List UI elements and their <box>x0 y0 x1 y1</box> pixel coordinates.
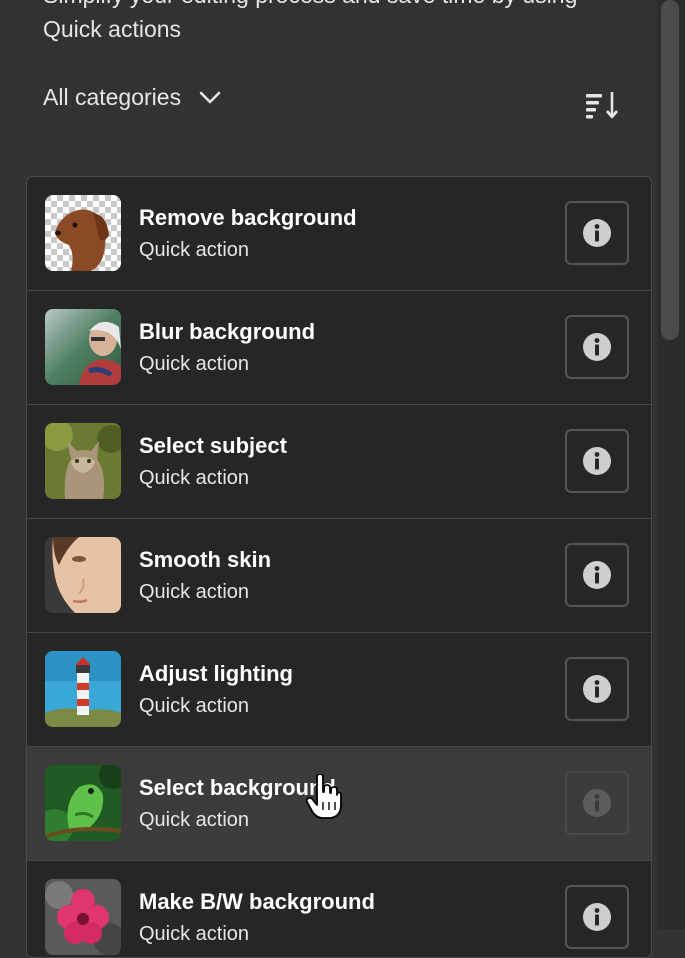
panel-description: Simplify your editing process and save t… <box>43 0 643 46</box>
item-subtitle: Quick action <box>139 239 250 261</box>
chevron-down-icon <box>199 91 221 103</box>
item-subtitle: Quick action <box>139 809 250 831</box>
item-title: Smooth skin <box>139 547 272 572</box>
smooth-skin-thumbnail <box>45 537 121 613</box>
item-subtitle: Quick action <box>139 581 250 603</box>
blur-background-thumbnail <box>45 309 121 385</box>
info-icon <box>583 333 611 361</box>
quick-actions-list: Remove background Quick action Blur back… <box>26 176 652 958</box>
info-button[interactable] <box>565 771 629 835</box>
list-item-remove-background[interactable]: Remove background Quick action <box>27 177 651 291</box>
info-button[interactable] <box>565 429 629 493</box>
info-button[interactable] <box>565 315 629 379</box>
info-icon <box>583 447 611 475</box>
info-icon <box>583 675 611 703</box>
item-subtitle: Quick action <box>139 353 250 375</box>
select-subject-thumbnail <box>45 423 121 499</box>
list-item-adjust-lighting[interactable]: Adjust lighting Quick action <box>27 633 651 747</box>
item-subtitle: Quick action <box>139 923 250 945</box>
item-subtitle: Quick action <box>139 467 250 489</box>
info-icon <box>583 219 611 247</box>
sort-button[interactable] <box>584 88 620 122</box>
info-button[interactable] <box>565 543 629 607</box>
info-icon <box>583 561 611 589</box>
item-title: Select subject <box>139 433 287 458</box>
item-title: Remove background <box>139 205 357 230</box>
sort-icon <box>586 92 618 119</box>
list-item-select-background[interactable]: Select background Quick action <box>27 747 651 861</box>
list-item-blur-background[interactable]: Blur background Quick action <box>27 291 651 405</box>
list-item-smooth-skin[interactable]: Smooth skin Quick action <box>27 519 651 633</box>
scrollbar-thumb[interactable] <box>661 0 679 340</box>
quick-actions-panel: Simplify your editing process and save t… <box>0 0 685 958</box>
info-icon <box>583 789 611 817</box>
info-icon <box>583 903 611 931</box>
category-label: All categories <box>43 84 182 110</box>
item-title: Select background <box>139 775 336 800</box>
remove-background-thumbnail <box>45 195 121 271</box>
info-button[interactable] <box>565 657 629 721</box>
description-last-line: Quick actions <box>43 16 182 42</box>
make-bw-background-thumbnail <box>45 879 121 955</box>
item-title: Make B/W background <box>139 889 375 914</box>
list-item-make-bw-background[interactable]: Make B/W background Quick action <box>27 861 651 957</box>
item-title: Adjust lighting <box>139 661 293 686</box>
item-title: Blur background <box>139 319 316 344</box>
list-item-select-subject[interactable]: Select subject Quick action <box>27 405 651 519</box>
adjust-lighting-thumbnail <box>45 651 121 727</box>
info-button[interactable] <box>565 885 629 949</box>
description-partial-line: Simplify your editing process and save t… <box>43 0 643 12</box>
select-background-thumbnail <box>45 765 121 841</box>
category-dropdown[interactable]: All categories <box>43 84 221 111</box>
info-button[interactable] <box>565 201 629 265</box>
item-subtitle: Quick action <box>139 695 250 717</box>
